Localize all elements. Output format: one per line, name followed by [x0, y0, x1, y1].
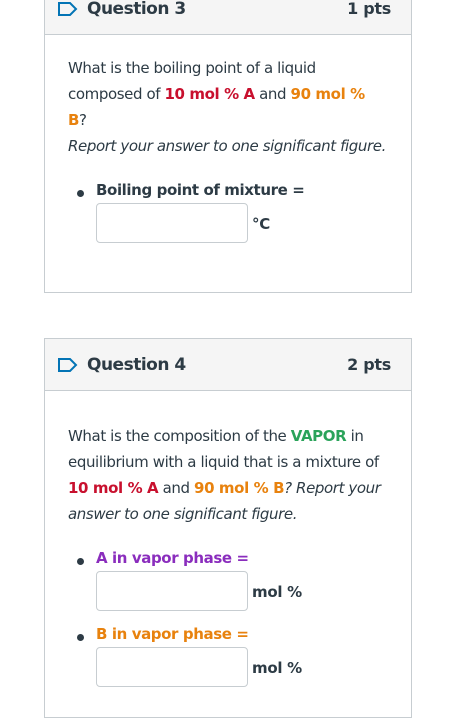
q4-and: and	[158, 479, 195, 497]
celsius-unit: °C	[252, 215, 270, 233]
question-3-body: What is the boiling point of a liquid co…	[45, 35, 411, 243]
bullet	[77, 558, 84, 565]
answer-item-b-vapor: B in vapor phase =	[68, 625, 388, 643]
bullet	[77, 190, 84, 197]
question-3-text: What is the boiling point of a liquid co…	[68, 55, 388, 159]
question-3-answers: Boiling point of mixture =	[68, 181, 388, 199]
question-3-points: 1 pts	[347, 0, 391, 18]
question-3-header: Question 3 1 pts	[45, 0, 411, 35]
a-vapor-unit: mol %	[252, 583, 302, 601]
a-vapor-input-row: mol %	[96, 571, 388, 611]
question-4-answers: A in vapor phase =	[68, 549, 388, 567]
q3-and: and	[254, 85, 291, 103]
b-vapor-input-row: mol %	[96, 647, 388, 687]
q3-instruction: Report your answer to one significant fi…	[68, 137, 386, 155]
q3-question-mark: ?	[79, 111, 87, 129]
question-3-title: Question 3	[87, 0, 186, 19]
question-4-title: Question 4	[87, 354, 186, 375]
b-vapor-input[interactable]	[96, 647, 248, 687]
b-vapor-label: B in vapor phase =	[96, 625, 249, 643]
answer-item-boiling-point: Boiling point of mixture =	[68, 181, 388, 199]
question-4-points: 2 pts	[347, 355, 391, 374]
q4-vapor: VAPOR	[290, 427, 347, 445]
answer-item-a-vapor: A in vapor phase =	[68, 549, 388, 567]
question-4-header: Question 4 2 pts	[45, 339, 411, 391]
question-4-answers-b: B in vapor phase =	[68, 625, 388, 643]
q4-text-part1: What is the composition of the	[68, 427, 291, 445]
boiling-point-input-row: °C	[96, 203, 388, 243]
flag-question-icon[interactable]	[57, 357, 79, 373]
boiling-point-label: Boiling point of mixture =	[96, 181, 305, 199]
question-3-card: Question 3 1 pts What is the boiling poi…	[44, 0, 412, 293]
question-4-text: What is the composition of the VAPOR in …	[68, 423, 393, 527]
b-vapor-unit: mol %	[252, 659, 302, 677]
a-vapor-input[interactable]	[96, 571, 248, 611]
q4-a-composition: 10 mol % A	[68, 479, 159, 497]
boiling-point-input[interactable]	[96, 203, 248, 243]
bullet	[77, 634, 84, 641]
question-4-card: Question 4 2 pts What is the composition…	[44, 338, 412, 718]
q3-a-composition: 10 mol % A	[164, 85, 256, 103]
a-vapor-label: A in vapor phase =	[96, 549, 249, 567]
flag-question-icon[interactable]	[57, 1, 79, 17]
q4-b-composition: 90 mol % B	[194, 479, 285, 497]
question-4-body: What is the composition of the VAPOR in …	[45, 391, 411, 687]
